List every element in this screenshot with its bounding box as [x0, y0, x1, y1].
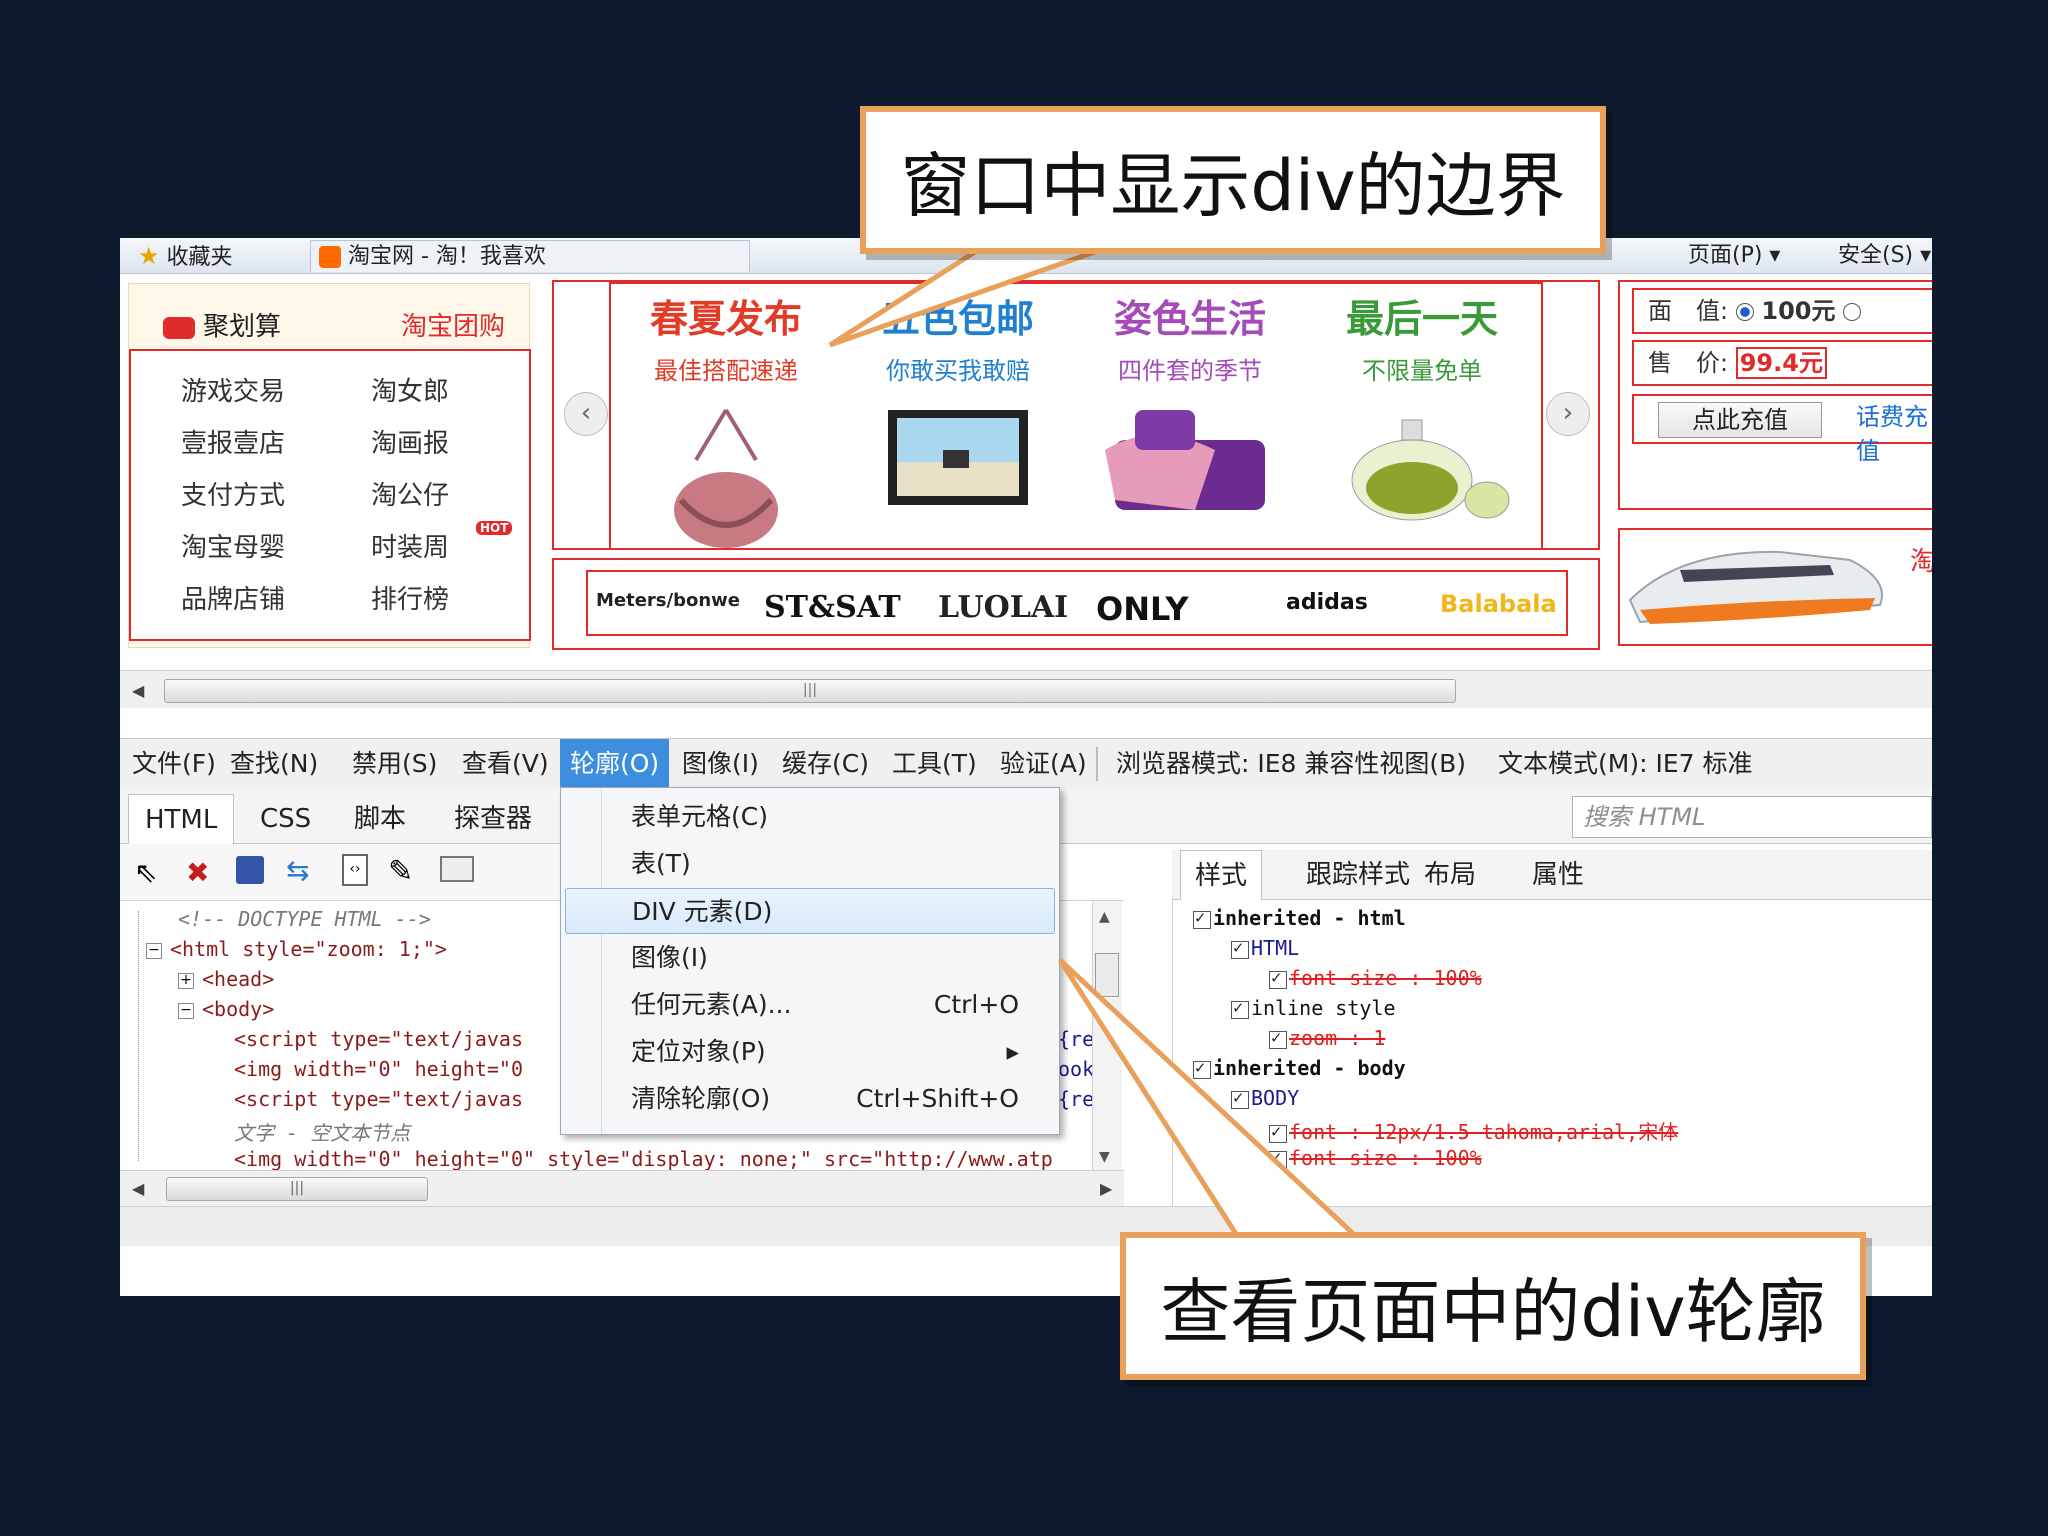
bottom-callout: 查看页面中的div轮廓: [1120, 1232, 1866, 1380]
top-callout-pointer: [828, 247, 1101, 348]
bottom-callout-pointer: [1057, 958, 1367, 1243]
top-callout: 窗口中显示div的边界: [860, 106, 1606, 254]
